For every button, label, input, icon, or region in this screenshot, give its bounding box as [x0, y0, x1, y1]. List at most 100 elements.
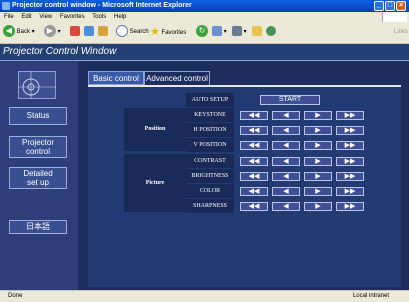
page-header: Projector Control Window [0, 44, 409, 60]
windows-logo-icon [382, 12, 407, 22]
zone-text: Local intranet [352, 293, 389, 299]
projector-control-button[interactable]: Projector control [9, 136, 67, 158]
tab-advanced-control[interactable]: Advanced control [144, 71, 210, 85]
maximize-button[interactable]: □ [385, 1, 395, 11]
forward-button[interactable]: ▶ ▾ [44, 25, 61, 40]
brightness-label: BRIGHTNESS [186, 169, 234, 183]
keystone-fast-up-button[interactable]: ▶▶ [336, 111, 364, 120]
h-position-fast-up-button[interactable]: ▶▶ [336, 126, 364, 135]
position-category-label: Position [124, 108, 186, 151]
keystone-label: KEYSTONE [186, 108, 234, 122]
detailed-setup-button[interactable]: Detailed set up [9, 167, 67, 189]
projector-logo-icon [18, 71, 56, 99]
sidebar: Status Projector control Detailed set up… [0, 61, 78, 290]
ie-icon [2, 2, 10, 10]
page-title: Projector Control Window [3, 46, 117, 57]
color-up-button[interactable]: ▶ [304, 187, 332, 196]
back-arrow-icon: ◀ [3, 25, 15, 38]
home-icon [98, 26, 108, 37]
status-text: Done [8, 293, 23, 299]
status-button-label: Status [26, 111, 50, 120]
brightness-fast-down-button[interactable]: ◀◀ [240, 172, 268, 181]
menu-edit[interactable]: Edit [21, 14, 31, 20]
favorites-label: Favorites [161, 30, 187, 37]
color-down-button[interactable]: ◀ [272, 187, 300, 196]
edit-button[interactable] [252, 25, 262, 40]
browser-toolbar: ◀ Back ▾ ▶ ▾ Search ★ Favorites ↻ ▾ ▾ Li… [0, 22, 409, 44]
star-icon: ★ [150, 26, 160, 38]
window-title: Projector control window - Microsoft Int… [12, 2, 192, 9]
sharpness-label: SHARPNESS [186, 199, 234, 213]
stop-button[interactable] [70, 25, 80, 40]
advanced-control-panel: AUTO SETUP START Position KEYSTONE ◀◀ ◀ … [88, 87, 401, 287]
sharpness-fast-up-button[interactable]: ▶▶ [336, 202, 364, 211]
search-icon [116, 25, 128, 38]
picture-category-label: Picture [124, 154, 186, 212]
detailed-setup-label-line1: Detailed [23, 169, 53, 178]
close-button[interactable]: × [396, 1, 406, 11]
language-label: 日本語 [26, 222, 50, 231]
brightness-up-button[interactable]: ▶ [304, 172, 332, 181]
keystone-fast-down-button[interactable]: ◀◀ [240, 111, 268, 120]
brightness-down-button[interactable]: ◀ [272, 172, 300, 181]
start-button[interactable]: START [260, 95, 320, 105]
home-button[interactable] [98, 25, 108, 40]
stop-icon [70, 26, 80, 37]
color-fast-down-button[interactable]: ◀◀ [240, 187, 268, 196]
refresh-icon [84, 26, 94, 37]
keystone-up-button[interactable]: ▶ [304, 111, 332, 120]
v-position-down-button[interactable]: ◀ [272, 141, 300, 150]
history-icon: ↻ [196, 25, 208, 38]
brightness-fast-up-button[interactable]: ▶▶ [336, 172, 364, 181]
v-position-fast-up-button[interactable]: ▶▶ [336, 141, 364, 150]
contrast-fast-down-button[interactable]: ◀◀ [240, 157, 268, 166]
menu-favorites[interactable]: Favorites [60, 14, 85, 20]
v-position-up-button[interactable]: ▶ [304, 141, 332, 150]
history-button[interactable]: ↻ [196, 25, 208, 40]
back-button[interactable]: ◀ Back ▾ [3, 25, 35, 40]
print-icon [232, 26, 242, 37]
contrast-label: CONTRAST [186, 154, 234, 168]
status-button[interactable]: Status [9, 107, 67, 125]
search-label: Search [129, 29, 149, 35]
japanese-language-button[interactable]: 日本語 [9, 220, 67, 234]
print-button[interactable]: ▾ [232, 25, 247, 40]
menu-view[interactable]: View [39, 14, 52, 20]
v-position-fast-down-button[interactable]: ◀◀ [240, 141, 268, 150]
color-fast-up-button[interactable]: ▶▶ [336, 187, 364, 196]
keystone-down-button[interactable]: ◀ [272, 111, 300, 120]
mail-button[interactable]: ▾ [212, 25, 227, 40]
back-label: Back [16, 29, 31, 35]
color-label: COLOR [186, 184, 234, 198]
refresh-button[interactable] [84, 25, 94, 40]
links-button[interactable]: Links [394, 25, 408, 40]
messenger-icon [266, 26, 276, 37]
search-button[interactable]: Search [116, 25, 149, 40]
h-position-label: H POSITION [186, 123, 234, 137]
folder-icon [252, 26, 262, 37]
sharpness-down-button[interactable]: ◀ [272, 202, 300, 211]
sharpness-fast-down-button[interactable]: ◀◀ [240, 202, 268, 211]
h-position-fast-down-button[interactable]: ◀◀ [240, 126, 268, 135]
h-position-up-button[interactable]: ▶ [304, 126, 332, 135]
favorites-button[interactable]: ★ Favorites [150, 25, 186, 40]
messenger-button[interactable] [266, 25, 276, 40]
forward-arrow-icon: ▶ [44, 25, 56, 38]
contrast-fast-up-button[interactable]: ▶▶ [336, 157, 364, 166]
window-title-bar: Projector control window - Microsoft Int… [0, 0, 409, 12]
main-content: Basic control Advanced control AUTO SETU… [78, 61, 409, 290]
menu-tools[interactable]: Tools [92, 14, 106, 20]
minimize-button[interactable]: _ [374, 1, 384, 11]
projector-control-label-line2: control [25, 147, 50, 156]
menu-help[interactable]: Help [114, 14, 126, 20]
mail-icon [212, 26, 222, 37]
contrast-down-button[interactable]: ◀ [272, 157, 300, 166]
h-position-down-button[interactable]: ◀ [272, 126, 300, 135]
menu-file[interactable]: File [4, 14, 14, 20]
status-bar: Done Local intranet [0, 290, 409, 302]
menu-bar: File Edit View Favorites Tools Help [0, 12, 409, 22]
detailed-setup-label-line2: set up [27, 178, 49, 187]
contrast-up-button[interactable]: ▶ [304, 157, 332, 166]
tab-basic-control[interactable]: Basic control [88, 71, 144, 85]
sharpness-up-button[interactable]: ▶ [304, 202, 332, 211]
